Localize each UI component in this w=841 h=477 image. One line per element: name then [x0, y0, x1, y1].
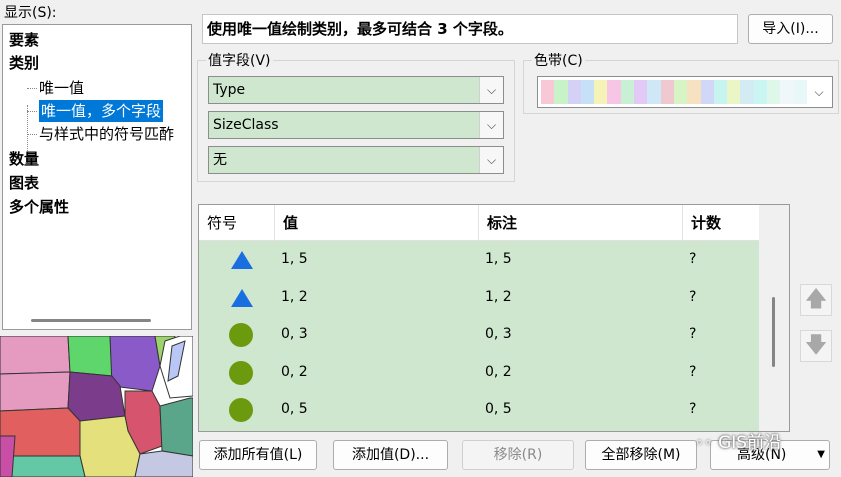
color-swatch	[567, 80, 581, 104]
color-swatch	[687, 80, 701, 104]
remove-button[interactable]: 移除(R)	[462, 440, 574, 470]
field-combo-1[interactable]: Type ⌵	[208, 76, 504, 104]
column-header-count[interactable]: 计数	[683, 205, 759, 241]
preview-image	[0, 336, 193, 477]
chevron-down-icon[interactable]: ⌵	[479, 112, 503, 138]
triangle-symbol-icon[interactable]	[231, 288, 253, 307]
color-swatch	[580, 80, 595, 104]
color-swatch	[673, 80, 688, 104]
tree-item-unique-values-many-fields[interactable]: 唯一值，多个字段	[39, 100, 164, 122]
field-combo-3[interactable]: 无 ⌵	[208, 146, 504, 174]
cell-label[interactable]: 1, 5	[485, 241, 512, 279]
color-swatch	[647, 80, 661, 104]
arrow-up-icon: 🡅	[804, 287, 828, 312]
cell-value: 1, 5	[281, 251, 308, 267]
field-combo-1-value: Type	[213, 82, 246, 98]
color-swatch	[660, 80, 674, 104]
chevron-down-icon[interactable]: ⌵	[806, 77, 832, 107]
cell-count: ?	[689, 288, 697, 305]
table-vertical-scrollbar[interactable]	[759, 205, 789, 431]
watermark-text: GIS前沿	[718, 433, 782, 453]
cell-count: ?	[689, 326, 697, 342]
color-swatch	[713, 80, 728, 104]
color-swatch	[634, 80, 648, 104]
table-row[interactable]: 1, 2 1, 2?	[199, 279, 759, 317]
cell-count: ?	[689, 401, 697, 417]
show-label: 显示(S):	[4, 5, 57, 21]
column-header-label[interactable]: 标注	[479, 205, 683, 241]
dropdown-arrow-icon: ▼	[817, 449, 825, 460]
symbol-table[interactable]: 符号 值 标注 计数 1, 5 1, 5? 1, 2 1, 2? 0, 3 0, 3? 0,…	[198, 204, 790, 432]
cell-count: ?	[689, 251, 697, 267]
tree-horizontal-scrollbar[interactable]	[3, 311, 191, 329]
tree-item-features[interactable]: 要素	[9, 29, 39, 51]
show-tree[interactable]: 要素 类别 唯一值 唯一值，多个字段 与样式中的符号匹酢 数量 图表 多个属性	[2, 24, 192, 330]
color-swatch	[607, 80, 621, 104]
table-row[interactable]: 0, 3 0, 3?	[199, 316, 759, 354]
color-swatch	[753, 80, 768, 104]
cell-value: 0, 3	[281, 326, 308, 342]
color-swatch	[793, 80, 807, 104]
table-row[interactable]: 0, 2 0, 2?	[199, 354, 759, 392]
color-swatch	[767, 80, 781, 104]
color-swatch	[727, 80, 741, 104]
color-swatch	[541, 80, 555, 104]
table-row[interactable]: 1, 5 1, 5?	[199, 241, 759, 279]
cell-count: ?	[689, 363, 697, 380]
value-fields-title: 值字段(V)	[206, 50, 273, 70]
chevron-down-icon[interactable]: ⌵	[479, 77, 503, 103]
cell-label[interactable]: 0, 3	[485, 316, 512, 354]
color-ramp-title: 色带(C)	[532, 50, 585, 70]
cell-label[interactable]: 0, 5	[485, 391, 512, 429]
tree-item-match-to-symbols[interactable]: 与样式中的符号匹酢	[39, 123, 191, 145]
cell-value: 1, 2	[281, 288, 308, 305]
tree-connector-branch	[27, 88, 37, 89]
cell-label[interactable]: 1, 2	[485, 279, 512, 317]
circle-symbol-icon[interactable]	[229, 398, 253, 422]
move-up-button[interactable]: 🡅	[800, 284, 832, 316]
color-swatch	[700, 80, 714, 104]
color-swatch	[620, 80, 635, 104]
color-ramp-combo[interactable]: ⌵	[537, 76, 833, 108]
arrow-down-icon: 🡇	[804, 333, 828, 358]
tree-item-charts[interactable]: 图表	[9, 172, 39, 194]
remove-all-button[interactable]: 全部移除(M)	[585, 440, 697, 470]
import-button[interactable]: 导入(I)...	[748, 14, 833, 44]
table-header: 符号 值 标注 计数	[199, 205, 759, 241]
cell-value: 0, 2	[281, 363, 308, 380]
color-swatch	[780, 80, 794, 104]
column-header-value[interactable]: 值	[275, 205, 479, 241]
color-ramp-swatches	[541, 80, 807, 104]
add-all-values-button[interactable]: 添加所有值(L)	[199, 440, 317, 470]
tree-item-quantities[interactable]: 数量	[9, 148, 39, 170]
field-combo-3-value: 无	[213, 152, 227, 168]
description-text: 使用唯一值绘制类别，最多可结合 3 个字段。	[202, 14, 738, 44]
move-down-button[interactable]: 🡇	[800, 330, 832, 362]
column-header-symbol[interactable]: 符号	[199, 205, 275, 241]
tree-connector-branch	[27, 111, 37, 112]
cell-label[interactable]: 0, 2	[485, 354, 512, 392]
cell-value: 0, 5	[281, 401, 308, 417]
field-combo-2[interactable]: SizeClass ⌵	[208, 111, 504, 139]
tree-scroll-thumb[interactable]	[31, 319, 151, 322]
preview-map-graphic	[0, 336, 193, 477]
add-values-button[interactable]: 添加值(D)...	[333, 440, 448, 470]
color-swatch	[594, 80, 608, 104]
table-scroll-thumb[interactable]	[772, 297, 775, 367]
tree-item-multiple-attributes[interactable]: 多个属性	[9, 196, 69, 218]
tree-connector-branch	[27, 134, 37, 135]
field-combo-2-value: SizeClass	[213, 117, 279, 133]
table-row[interactable]: 0, 5 0, 5?	[199, 391, 759, 429]
color-swatch	[740, 80, 754, 104]
color-swatch	[554, 80, 568, 104]
watermark: ◦◦ GIS前沿	[695, 428, 781, 453]
tree-item-unique-values[interactable]: 唯一值	[39, 77, 84, 99]
triangle-symbol-icon[interactable]	[231, 251, 253, 269]
circle-symbol-icon[interactable]	[229, 323, 253, 347]
chevron-down-icon[interactable]: ⌵	[479, 147, 503, 173]
tree-item-categories[interactable]: 类别	[9, 52, 39, 74]
wechat-icon: ◦◦	[695, 434, 713, 452]
circle-symbol-icon[interactable]	[229, 360, 253, 385]
